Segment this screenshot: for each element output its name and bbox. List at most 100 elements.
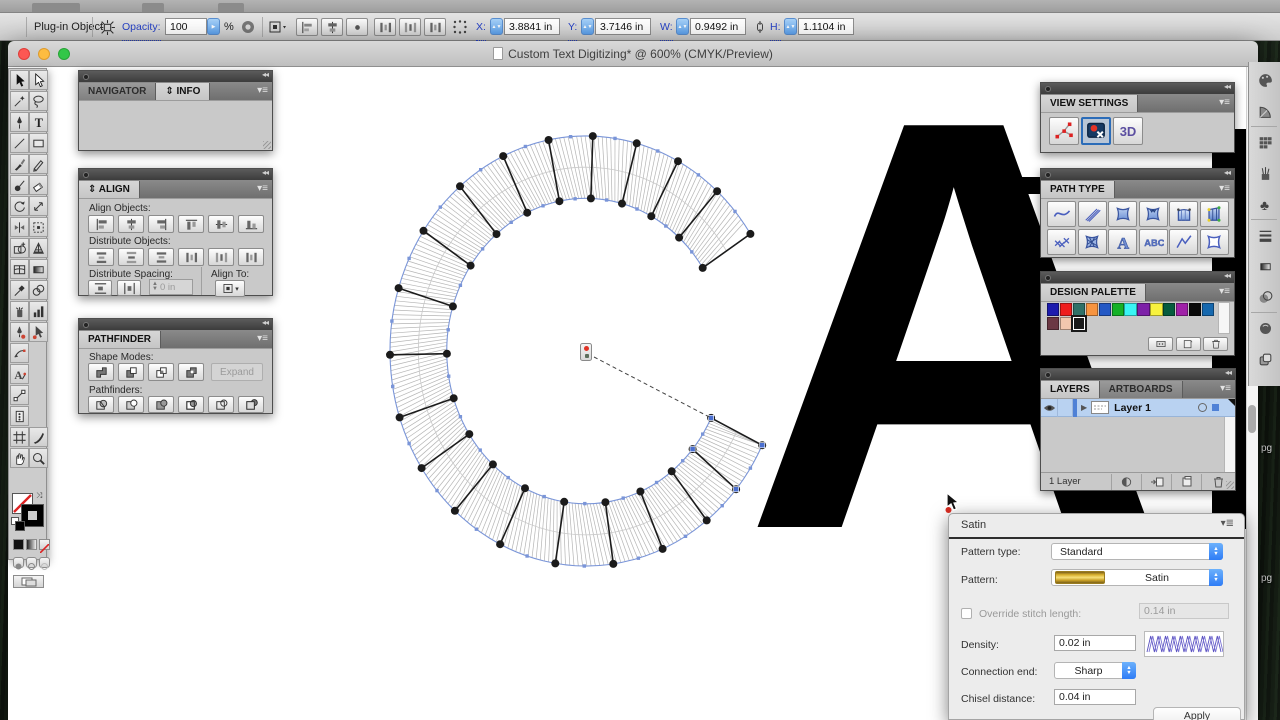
align-right-button[interactable]	[148, 215, 174, 233]
stitch-points-button[interactable]	[1049, 117, 1079, 145]
align-to-dropdown[interactable]: ▾	[215, 280, 245, 297]
zigzag-stitch-button[interactable]	[1078, 201, 1107, 227]
gradient-mode-button[interactable]	[26, 539, 37, 550]
new-swatch-button[interactable]	[1176, 337, 1201, 351]
layer-target-circle[interactable]	[1198, 403, 1207, 412]
align-v-center-button[interactable]	[208, 215, 234, 233]
merge-button[interactable]	[148, 396, 174, 413]
collapse-icon[interactable]: ◂◂	[262, 70, 268, 79]
dist-left-button[interactable]	[178, 248, 204, 266]
fill-stitch-button[interactable]	[1108, 201, 1137, 227]
blend-tool[interactable]	[29, 280, 48, 300]
appearance-panel-icon[interactable]	[1253, 316, 1277, 340]
color-swatch[interactable]	[1047, 303, 1059, 316]
resize-grip[interactable]	[1226, 481, 1234, 489]
tab-info[interactable]: ⇕ INFO	[156, 83, 210, 100]
reference-point-icon[interactable]	[99, 13, 116, 41]
align-top-button[interactable]	[178, 215, 204, 233]
h-field[interactable]: 1.1104 in	[798, 18, 854, 35]
dialog-menu-icon[interactable]: ▾≣	[1221, 518, 1234, 529]
panel-menu-icon[interactable]: ▾≡	[257, 183, 268, 194]
color-guide-panel-icon[interactable]	[1253, 99, 1277, 123]
new-sublayer-button[interactable]	[1141, 474, 1171, 490]
symbols-panel-icon[interactable]: ♣	[1253, 192, 1277, 216]
dist-left-button[interactable]	[374, 18, 396, 36]
fill-stroke-indicator[interactable]: ⤨	[12, 493, 45, 535]
stitch-reshape-tool[interactable]	[10, 343, 29, 363]
outline-shape-button[interactable]	[1200, 229, 1229, 255]
minus-front-button[interactable]	[118, 363, 144, 381]
stitch-object-G[interactable]	[300, 95, 830, 605]
align-left-button[interactable]	[88, 215, 114, 233]
layer-row[interactable]: ▶ Layer 1	[1041, 399, 1235, 417]
tab-align[interactable]: ⇕ ALIGN	[79, 181, 140, 198]
layer-name[interactable]: Layer 1	[1114, 402, 1151, 414]
collapse-icon[interactable]: ◂◂	[262, 168, 268, 177]
screen-mode-button[interactable]	[13, 575, 44, 588]
color-swatch[interactable]	[1073, 303, 1085, 316]
divide-button[interactable]	[88, 396, 114, 413]
stroke-panel-icon[interactable]	[1253, 223, 1277, 247]
draw-normal-button[interactable]	[13, 557, 24, 568]
blob-brush-tool[interactable]	[10, 175, 29, 195]
lasso-tool[interactable]	[29, 91, 48, 111]
tab-artboards[interactable]: ARTBOARDS	[1100, 381, 1183, 398]
intersect-button[interactable]	[148, 363, 174, 381]
pencil-tool[interactable]	[29, 154, 48, 174]
scrollbar-thumb[interactable]	[1248, 405, 1256, 433]
gradient-panel-icon[interactable]	[1253, 254, 1277, 278]
color-swatch[interactable]	[1189, 303, 1201, 316]
hand-tool[interactable]	[10, 448, 29, 468]
tab-layers[interactable]: LAYERS	[1041, 381, 1100, 398]
gradient-tool[interactable]	[29, 259, 48, 279]
unite-button[interactable]	[88, 363, 114, 381]
opacity-field[interactable]: 100	[165, 18, 207, 35]
panel-grip[interactable]: ◂◂	[1041, 369, 1235, 380]
connection-end-select[interactable]: Sharp ▲▼	[1054, 662, 1136, 679]
lock-toggle-cell[interactable]	[1058, 399, 1073, 417]
tab-pathfinder[interactable]: PATHFINDER	[79, 331, 161, 348]
column-graph-tool[interactable]	[29, 301, 48, 321]
dist-top-button[interactable]	[88, 248, 114, 266]
line-tool[interactable]	[10, 133, 29, 153]
delete-swatch-button[interactable]	[1203, 337, 1228, 351]
expand-button[interactable]: Expand	[211, 363, 263, 381]
align-h-center-button[interactable]	[118, 215, 144, 233]
style-icon[interactable]	[240, 13, 256, 41]
node-edit-tool[interactable]	[10, 385, 29, 405]
graphic-styles-panel-icon[interactable]	[1253, 347, 1277, 371]
exclude-button[interactable]	[178, 363, 204, 381]
trim-button[interactable]	[118, 396, 144, 413]
color-swatch[interactable]	[1163, 303, 1175, 316]
lettering-abc-button[interactable]: ABC	[1139, 229, 1168, 255]
y-field[interactable]: 3.7146 in	[595, 18, 651, 35]
panel-menu-icon[interactable]: ▾≡	[1219, 97, 1230, 108]
collapse-icon[interactable]: ◂◂	[1224, 168, 1230, 177]
link-dimensions-icon[interactable]	[753, 13, 767, 41]
type-tool[interactable]: T	[29, 112, 48, 132]
zigzag-fill-button[interactable]	[1139, 201, 1168, 227]
pattern-select[interactable]: Satin ▲▼	[1051, 569, 1223, 586]
eraser-tool[interactable]	[29, 175, 48, 195]
color-swatch[interactable]	[1047, 317, 1059, 330]
color-swatch[interactable]	[1086, 303, 1098, 316]
symbol-sprayer-tool[interactable]	[10, 301, 29, 321]
tab-navigator[interactable]: NAVIGATOR	[79, 83, 156, 100]
color-swatch[interactable]	[1150, 303, 1162, 316]
color-panel-icon[interactable]	[1253, 68, 1277, 92]
satin-column-nodes-button[interactable]	[1200, 201, 1229, 227]
spacing-value-field[interactable]: ▲▼ 0 in	[149, 279, 193, 295]
default-fill-stroke-icon[interactable]	[11, 517, 19, 525]
dist-h-center-button[interactable]	[208, 248, 234, 266]
width-tool[interactable]	[10, 217, 29, 237]
color-swatch[interactable]	[1112, 303, 1124, 316]
none-mode-button[interactable]	[39, 539, 50, 550]
panel-grip[interactable]: ◂◂	[79, 169, 272, 180]
stitch-edit-tool[interactable]	[29, 322, 48, 342]
swap-fill-stroke-icon[interactable]: ⤨	[36, 491, 42, 501]
3d-button[interactable]: 3D	[1113, 117, 1143, 145]
stroke-swatch-black[interactable]	[22, 505, 43, 526]
panel-grip[interactable]: ◂◂	[1041, 272, 1234, 283]
dist-h-center-button[interactable]	[399, 18, 421, 36]
title-bar[interactable]: Custom Text Digitizing* @ 600% (CMYK/Pre…	[8, 41, 1258, 67]
